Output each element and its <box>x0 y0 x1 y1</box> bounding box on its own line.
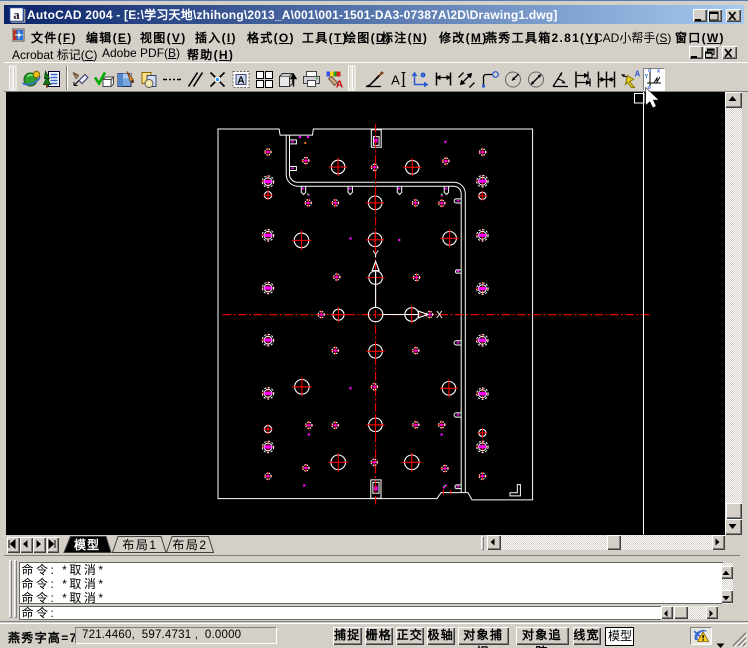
svg-text:o: o <box>648 69 652 74</box>
svg-text:Y: Y <box>645 74 649 80</box>
svg-text:A: A <box>336 80 343 91</box>
svg-text:a: a <box>13 7 20 22</box>
svg-text:Y: Y <box>372 250 379 261</box>
svg-text:布局2: 布局2 <box>172 538 207 552</box>
svg-text:A: A <box>237 75 244 86</box>
svg-text:布局1: 布局1 <box>122 538 157 552</box>
svg-text:模型: 模型 <box>74 537 100 552</box>
svg-text:x: x <box>657 69 661 75</box>
svg-text:A: A <box>391 73 400 88</box>
svg-text:A: A <box>635 70 641 79</box>
svg-text:X: X <box>436 310 443 321</box>
